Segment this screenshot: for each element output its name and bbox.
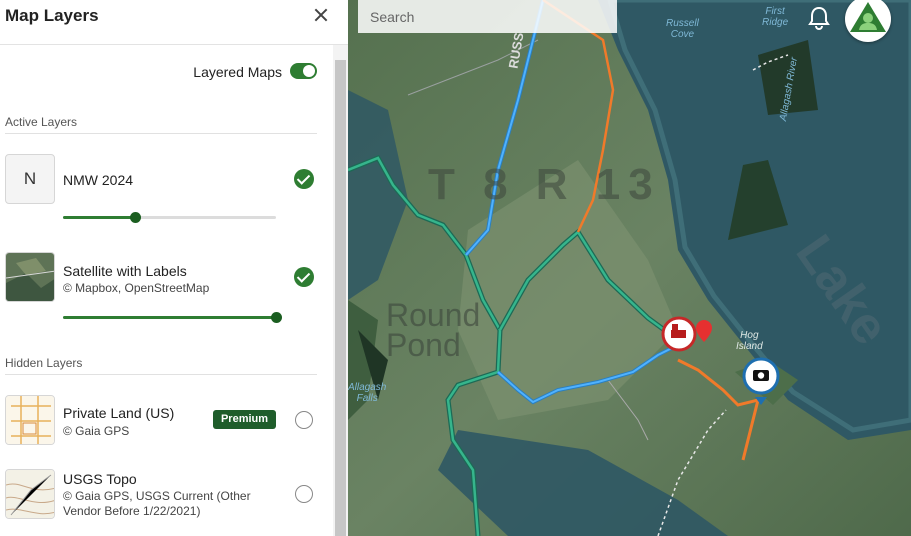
toggle-knob	[303, 65, 315, 77]
layer-name: Private Land (US)	[63, 405, 175, 421]
profile-avatar-button[interactable]	[845, 0, 891, 42]
active-layers-heading: Active Layers	[5, 115, 78, 129]
layer-item-private-land[interactable]: Private Land (US) © Gaia GPS Premium	[5, 395, 317, 445]
gaia-logo-icon	[850, 2, 886, 32]
layer-thumbnail	[5, 469, 55, 519]
panel-scrollbar-thumb[interactable]	[335, 60, 346, 536]
layer-thumbnail: N	[5, 154, 55, 204]
map-label-first-ridge: First Ridge	[762, 6, 789, 28]
private-land-thumbnail-image	[6, 396, 54, 444]
map-label-hog-island: Hog Island	[736, 330, 763, 352]
layer-name: NMW 2024	[63, 172, 134, 188]
map-view[interactable]: Round Pond T 8 R 13 Lake Russell Cove Firs…	[348, 0, 911, 536]
map-label-russell-cove: Russell Cove	[666, 18, 699, 40]
notifications-button[interactable]	[807, 5, 831, 31]
layered-maps-toggle[interactable]	[290, 63, 317, 79]
map-label-allagash-falls: Allagash Falls	[348, 382, 387, 404]
panel-header: Map Layers	[0, 0, 348, 45]
layer-visibility-radio[interactable]	[295, 485, 313, 503]
layer-thumbnail	[5, 252, 55, 302]
divider	[5, 374, 317, 375]
hidden-layers-heading: Hidden Layers	[5, 356, 83, 370]
usgs-topo-thumbnail-image	[6, 470, 54, 518]
map-layers-panel: Layered Maps Active Layers N NMW 2024 Sa…	[0, 0, 333, 536]
search-box[interactable]	[358, 0, 617, 33]
layer-item-satellite-with-labels[interactable]: Satellite with Labels © Mapbox, OpenStre…	[5, 252, 317, 324]
layer-item-nmw-2024[interactable]: N NMW 2024	[5, 154, 317, 226]
slider-handle[interactable]	[271, 312, 282, 323]
map-label-township: T 8 R 13	[428, 160, 661, 209]
bell-icon	[808, 6, 830, 30]
layer-name: Satellite with Labels	[63, 263, 187, 279]
layer-item-usgs-topo[interactable]: USGS Topo © Gaia GPS, USGS Current (Othe…	[5, 469, 317, 521]
slider-fill	[63, 316, 276, 319]
search-input[interactable]	[358, 0, 617, 33]
premium-badge: Premium	[213, 410, 276, 429]
slider-handle[interactable]	[130, 212, 142, 223]
layer-thumbnail	[5, 395, 55, 445]
layer-opacity-slider[interactable]	[63, 312, 282, 323]
close-icon[interactable]	[310, 5, 332, 27]
layer-attribution: © Mapbox, OpenStreetMap	[63, 281, 210, 295]
layer-attribution: © Gaia GPS, USGS Current (Other Vendor B…	[63, 489, 251, 518]
satellite-thumbnail-image	[6, 253, 54, 301]
layer-visibility-radio[interactable]	[295, 411, 313, 429]
layer-opacity-slider[interactable]	[63, 212, 276, 223]
app-root: Round Pond T 8 R 13 Lake Russell Cove Firs…	[0, 0, 911, 536]
layered-maps-row: Layered Maps	[0, 60, 320, 84]
layer-visible-check-icon[interactable]	[294, 169, 314, 189]
layered-maps-label: Layered Maps	[193, 64, 282, 80]
layer-name: USGS Topo	[63, 471, 137, 487]
divider	[5, 133, 317, 134]
slider-fill	[63, 216, 136, 219]
layer-visible-check-icon[interactable]	[294, 267, 314, 287]
panel-title: Map Layers	[5, 6, 99, 25]
map-label-round-pond: Round Pond	[386, 297, 481, 363]
